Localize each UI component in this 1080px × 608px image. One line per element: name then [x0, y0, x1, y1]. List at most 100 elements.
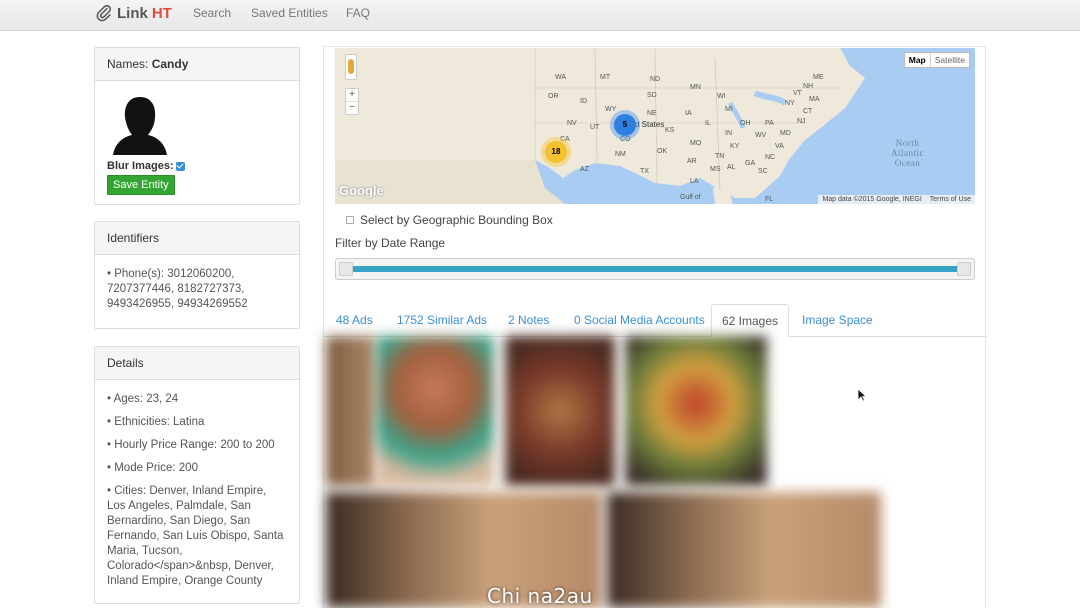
paperclip-icon: [96, 4, 111, 22]
state-label: IL: [705, 120, 711, 127]
state-label: UT: [590, 124, 600, 131]
date-range-fill: [350, 266, 960, 272]
blur-images-checkbox[interactable]: [175, 161, 185, 171]
phones-text: • Phone(s): 3012060200, 7207377446, 8182…: [107, 268, 248, 310]
zoom-in-button[interactable]: +: [346, 89, 358, 102]
map-zoom-control: + −: [345, 88, 359, 115]
cluster-marker-blue[interactable]: 5: [614, 114, 636, 136]
state-label: FL: [765, 196, 774, 203]
state-label: WA: [555, 74, 567, 81]
state-label: NM: [615, 151, 626, 158]
state-label: IN: [725, 130, 732, 137]
ocean-label: North Atlantic Ocean: [891, 138, 924, 168]
ethnicities-text: • Ethnicities: Latina: [107, 416, 205, 428]
image-thumbnail[interactable]: [326, 336, 376, 486]
entity-panel: Names: Candy Blur Images: Save Entity: [94, 47, 300, 205]
cities-text: • Cities: Denver, Inland Empire, Los Ang…: [107, 485, 284, 587]
state-label: ND: [650, 76, 661, 83]
state-label: VA: [775, 143, 784, 150]
nav-faq-link[interactable]: FAQ: [346, 6, 370, 20]
state-label: ID: [580, 98, 587, 105]
state-label: WV: [755, 132, 767, 139]
state-label: KY: [730, 143, 740, 150]
image-thumbnail[interactable]: [607, 492, 881, 608]
avatar-silhouette-icon: [113, 97, 167, 155]
state-label: NJ: [797, 118, 806, 125]
state-label: NC: [765, 154, 776, 161]
map-type-map-button[interactable]: Map: [905, 53, 931, 67]
save-entity-button[interactable]: Save Entity: [107, 175, 175, 195]
tab-similar-ads[interactable]: 1752 Similar Ads: [397, 313, 487, 327]
state-label: CO: [620, 136, 631, 143]
state-label: MO: [690, 140, 702, 147]
names-label: Names:: [107, 57, 149, 71]
state-label: CT: [803, 108, 813, 115]
state-label: WI: [717, 93, 726, 100]
state-label: SD: [647, 92, 657, 99]
map-type-control: Map Satellite: [903, 52, 970, 68]
map-type-satellite-button[interactable]: Satellite: [931, 53, 969, 67]
state-label: OH: [740, 120, 751, 127]
terms-of-use-link[interactable]: Terms of Use: [930, 196, 971, 203]
state-label: ME: [813, 74, 824, 81]
image-thumbnail[interactable]: [505, 336, 615, 486]
date-range-start-handle[interactable]: [339, 262, 353, 276]
cluster-marker-yellow[interactable]: 18: [545, 141, 567, 163]
state-label: LA: [690, 178, 699, 185]
map-view[interactable]: + − Map Satellite WA MT ND MN OR ID SD WI WY NE IA…: [335, 48, 975, 204]
map-footer: Map data ©2015 Google, INEGI Terms of Us…: [818, 195, 975, 204]
state-label: KS: [665, 127, 675, 134]
identifiers-header: Identifiers: [95, 222, 299, 255]
entity-name: Candy: [151, 57, 189, 71]
image-thumbnail[interactable]: [376, 336, 494, 486]
date-range-label: Filter by Date Range: [335, 236, 446, 250]
state-label: MD: [780, 130, 791, 137]
state-label: MN: [690, 84, 701, 91]
google-logo: Google: [339, 183, 384, 198]
state-label: TN: [715, 153, 725, 160]
brand-logo[interactable]: Link HT: [95, 4, 172, 22]
watermark-text: Chi na2au: [487, 584, 593, 608]
zoom-out-button[interactable]: −: [346, 102, 358, 114]
details-panel: Details • Ages: 23, 24 • Ethnicities: La…: [94, 346, 300, 604]
entity-names-header: Names: Candy: [95, 48, 299, 81]
state-label: SC: [758, 168, 768, 175]
tab-image-space[interactable]: Image Space: [802, 313, 873, 327]
identifiers-panel: Identifiers • Phone(s): 3012060200, 7207…: [94, 221, 300, 329]
blur-images-label: Blur Images:: [107, 160, 174, 172]
state-label: NY: [785, 100, 795, 107]
ocean-label-line: North Atlantic Ocean: [891, 138, 924, 168]
state-label: GA: [745, 160, 756, 167]
state-label: MA: [809, 96, 820, 103]
country-label: d States: [635, 120, 665, 129]
state-label: OK: [657, 148, 668, 155]
entity-tabs: 48 Ads 1752 Similar Ads 2 Notes 0 Social…: [324, 304, 987, 337]
tab-social-media[interactable]: 0 Social Media Accounts: [574, 313, 705, 327]
ages-text: • Ages: 23, 24: [107, 393, 179, 405]
price-range-text: • Hourly Price Range: 200 to 200: [107, 439, 275, 451]
state-label: NE: [647, 110, 657, 117]
date-range-end-handle[interactable]: [957, 262, 971, 276]
date-range-slider[interactable]: [335, 258, 975, 280]
state-label: TX: [640, 168, 649, 175]
image-thumbnail[interactable]: [625, 336, 767, 486]
tab-images[interactable]: 62 Images: [711, 304, 789, 337]
bounding-box-checkbox[interactable]: [346, 216, 354, 224]
state-label: IA: [685, 110, 692, 117]
tab-ads[interactable]: 48 Ads: [336, 313, 373, 327]
state-label: NH: [803, 83, 814, 90]
state-label: AZ: [580, 166, 589, 173]
tab-notes[interactable]: 2 Notes: [508, 313, 549, 327]
gulf-label: Gulf of: [680, 194, 701, 201]
state-label: AR: [687, 158, 697, 165]
state-label: WY: [605, 106, 617, 113]
bounding-box-label: Select by Geographic Bounding Box: [360, 213, 553, 227]
brand-name: Link: [117, 4, 148, 22]
nav-search-link[interactable]: Search: [193, 6, 231, 20]
state-label: PA: [765, 120, 774, 127]
street-view-pegman-icon[interactable]: [345, 54, 357, 80]
nav-saved-entities-link[interactable]: Saved Entities: [251, 6, 328, 20]
state-label: VT: [793, 90, 802, 97]
mode-price-text: • Mode Price: 200: [107, 462, 198, 474]
state-label: MS: [710, 166, 721, 173]
